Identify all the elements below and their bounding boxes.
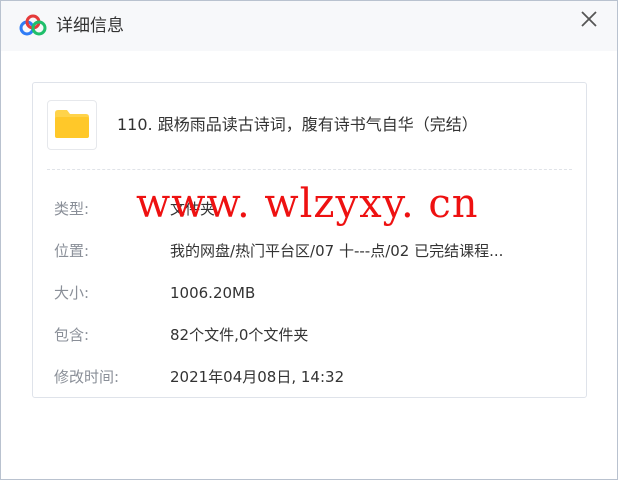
detail-row-location: 位置: 我的网盘/热门平台区/07 十---点/02 已完结课程... xyxy=(54,240,574,262)
folder-icon xyxy=(55,110,89,138)
file-info-card: 110. 跟杨雨品读古诗词，腹有诗书气自华（完结） 类型: 文件夹 位置: 我的… xyxy=(32,82,587,398)
detail-row-size: 大小: 1006.20MB xyxy=(54,282,574,304)
divider xyxy=(47,169,572,170)
detail-label: 位置: xyxy=(54,242,90,260)
detail-value: 82个文件,0个文件夹 xyxy=(170,326,309,344)
detail-label: 大小: xyxy=(54,284,90,302)
title-bar: 详细信息 xyxy=(1,1,617,51)
baidu-netdisk-logo-icon xyxy=(19,14,47,36)
detail-label: 类型: xyxy=(54,200,90,218)
detail-value: 2021年04月08日, 14:32 xyxy=(170,368,345,386)
detail-label: 修改时间: xyxy=(54,368,120,386)
file-name: 110. 跟杨雨品读古诗词，腹有诗书气自华（完结） xyxy=(117,115,478,134)
dialog-title: 详细信息 xyxy=(56,16,124,36)
file-thumbnail xyxy=(47,100,97,150)
detail-row-contains: 包含: 82个文件,0个文件夹 xyxy=(54,324,574,346)
detail-label: 包含: xyxy=(54,326,90,344)
close-icon[interactable] xyxy=(577,7,601,31)
detail-value: 1006.20MB xyxy=(170,284,256,302)
detail-row-modified: 修改时间: 2021年04月08日, 14:32 xyxy=(54,366,574,388)
watermark: www. wlzyxy. cn xyxy=(136,181,479,227)
detail-value[interactable]: 我的网盘/热门平台区/07 十---点/02 已完结课程... xyxy=(170,240,503,262)
details-dialog: 详细信息 110. 跟杨雨品读古诗词，腹有诗书气自华（完结） 类型: 文件夹 位… xyxy=(0,0,618,480)
